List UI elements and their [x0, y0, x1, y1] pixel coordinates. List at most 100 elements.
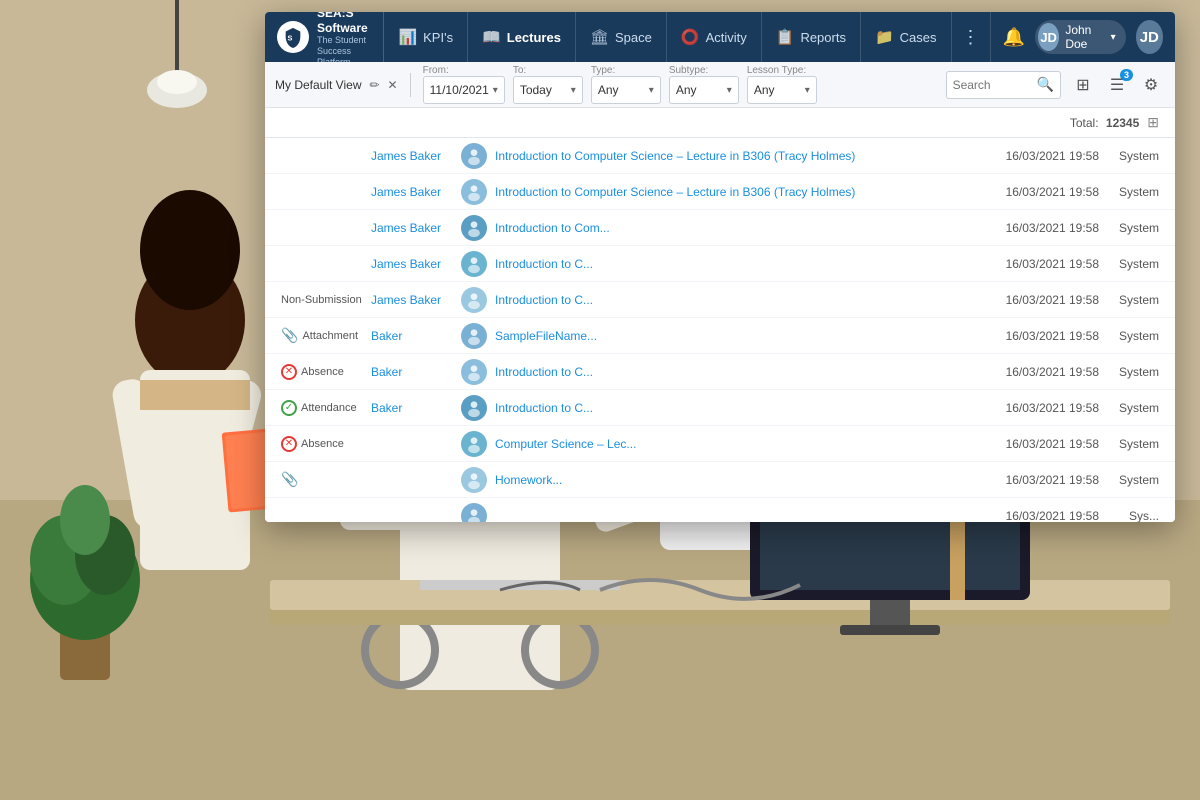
- attachment-icon: 📎: [281, 327, 298, 344]
- row-avatar: [461, 503, 487, 523]
- row-source: System: [1099, 401, 1159, 415]
- nav-item-kpis[interactable]: 📊 KPI's: [384, 12, 468, 62]
- grid-icon: ⊞: [1076, 75, 1089, 95]
- nav-item-kpis-label: KPI's: [423, 30, 453, 45]
- row-description[interactable]: Computer Science – Lec...: [495, 437, 969, 451]
- search-box[interactable]: 🔍: [946, 71, 1061, 99]
- type-filter-select[interactable]: Any ▾: [591, 76, 661, 104]
- student-link[interactable]: James Baker: [371, 185, 461, 199]
- row-avatar: [461, 251, 487, 277]
- row-type-badge: 📎 Attachment: [281, 327, 371, 344]
- row-date: 16/03/2021 19:58: [969, 473, 1099, 487]
- row-description[interactable]: Introduction to Computer Science – Lectu…: [495, 185, 969, 199]
- student-link[interactable]: James Baker: [371, 257, 461, 271]
- student-link[interactable]: James Baker: [371, 221, 461, 235]
- brand-text: SEA:S Software The Student Success Platf…: [317, 12, 371, 68]
- row-date: 16/03/2021 19:58: [969, 329, 1099, 343]
- svg-text:S: S: [288, 34, 293, 43]
- user-menu-button[interactable]: JD John Doe ▾: [1035, 20, 1126, 54]
- attachment-icon: 📎: [281, 471, 298, 488]
- notification-bell-icon[interactable]: 🔔: [1003, 27, 1025, 48]
- cases-icon: 📁: [875, 28, 894, 46]
- row-avatar: [461, 359, 487, 385]
- lesson-type-filter-value: Any: [754, 83, 775, 97]
- navbar: S SEA:S Software The Student Success Pla…: [265, 12, 1175, 62]
- nav-item-space[interactable]: 🏛 Space: [576, 12, 667, 62]
- chevron-down-icon: ▾: [727, 85, 732, 96]
- row-date: 16/03/2021 19:58: [969, 257, 1099, 271]
- student-link[interactable]: James Baker: [371, 293, 461, 307]
- absence-icon: ✕: [281, 364, 297, 380]
- lectures-icon: 📖: [482, 28, 501, 46]
- table-row: ✕ Absence Baker Introduction to C... 16/…: [265, 354, 1175, 390]
- attendance-icon: ✓: [281, 400, 297, 416]
- nav-item-activity-label: Activity: [706, 30, 747, 45]
- subtype-filter-select[interactable]: Any ▾: [669, 76, 739, 104]
- nav-items: 📊 KPI's 📖 Lectures 🏛 Space ⭕ Activity 📋 …: [384, 12, 990, 62]
- subheader: Total: 12345 ⊞: [265, 108, 1175, 138]
- row-avatar: [461, 179, 487, 205]
- student-link[interactable]: Baker: [371, 329, 461, 343]
- brand-logo-area[interactable]: S SEA:S Software The Student Success Pla…: [265, 12, 384, 62]
- grid-view-button[interactable]: ⊞: [1069, 71, 1097, 99]
- notification-badge: 3: [1120, 69, 1133, 81]
- student-link[interactable]: James Baker: [371, 149, 461, 163]
- row-description[interactable]: Introduction to C...: [495, 293, 969, 307]
- row-source: System: [1099, 365, 1159, 379]
- type-filter-group: Type: Any ▾: [591, 65, 661, 104]
- nav-item-activity[interactable]: ⭕ Activity: [667, 12, 762, 62]
- table-row: 📎 Attachment Baker SampleFileName... 16/…: [265, 318, 1175, 354]
- row-date: 16/03/2021 19:58: [969, 509, 1099, 523]
- nav-more-button[interactable]: ⋮: [952, 12, 991, 62]
- from-filter-value: 11/10/2021: [430, 83, 489, 97]
- table-row: 16/03/2021 19:58 Sys...: [265, 498, 1175, 522]
- gear-icon: ⚙: [1144, 75, 1158, 95]
- chevron-down-icon: ▾: [649, 85, 654, 96]
- row-description[interactable]: Introduction to C...: [495, 365, 969, 379]
- row-description[interactable]: Homework...: [495, 473, 969, 487]
- row-description[interactable]: SampleFileName...: [495, 329, 969, 343]
- toolbar-actions: ⊞ ☰ 3 ⚙: [1069, 71, 1165, 99]
- search-input[interactable]: [953, 78, 1033, 92]
- student-link[interactable]: Baker: [371, 401, 461, 415]
- view-label: My Default View: [275, 78, 361, 92]
- row-description[interactable]: Introduction to C...: [495, 401, 969, 415]
- list-view-button[interactable]: ☰ 3: [1103, 71, 1131, 99]
- row-description[interactable]: Introduction to Com...: [495, 221, 969, 235]
- close-view-icon[interactable]: ✕: [388, 78, 398, 92]
- settings-button[interactable]: ⚙: [1137, 71, 1165, 99]
- from-filter-select[interactable]: 11/10/2021 ▾: [423, 76, 505, 104]
- row-avatar: [461, 323, 487, 349]
- row-source: System: [1099, 437, 1159, 451]
- nav-item-reports[interactable]: 📋 Reports: [762, 12, 861, 62]
- subtype-filter-group: Subtype: Any ▾: [669, 65, 739, 104]
- to-filter-group: To: Today ▾: [513, 65, 583, 104]
- chevron-down-icon: ▾: [1111, 32, 1116, 43]
- nav-item-lectures[interactable]: 📖 Lectures: [468, 12, 576, 62]
- row-avatar: [461, 287, 487, 313]
- row-avatar: [461, 215, 487, 241]
- brand-logo: S: [277, 21, 309, 53]
- nav-item-space-label: Space: [615, 30, 652, 45]
- columns-icon[interactable]: ⊞: [1147, 114, 1159, 131]
- row-type-badge: ✓ Attendance: [281, 400, 371, 416]
- row-description[interactable]: Introduction to C...: [495, 257, 969, 271]
- lesson-type-filter-select[interactable]: Any ▾: [747, 76, 817, 104]
- to-filter-select[interactable]: Today ▾: [513, 76, 583, 104]
- row-avatar: [461, 467, 487, 493]
- edit-view-icon[interactable]: ✏: [369, 78, 379, 92]
- row-source: Sys...: [1099, 509, 1159, 523]
- table-row: James Baker Introduction to Com... 16/03…: [265, 210, 1175, 246]
- total-area: Total: 12345 ⊞: [1070, 114, 1159, 131]
- table-row: James Baker Introduction to Computer Sci…: [265, 174, 1175, 210]
- row-type-badge: Non-Submission: [281, 294, 371, 306]
- row-description[interactable]: Introduction to Computer Science – Lectu…: [495, 149, 969, 163]
- filter-separator: [410, 73, 411, 97]
- user-profile-avatar[interactable]: JD: [1136, 20, 1163, 54]
- table-area: James Baker Introduction to Computer Sci…: [265, 138, 1175, 522]
- nav-item-cases[interactable]: 📁 Cases: [861, 12, 952, 62]
- table-row: 📎 Homework... 16/03/2021 19:58 System: [265, 462, 1175, 498]
- student-link[interactable]: Baker: [371, 365, 461, 379]
- row-source: System: [1099, 293, 1159, 307]
- subtype-filter-label: Subtype:: [669, 65, 739, 76]
